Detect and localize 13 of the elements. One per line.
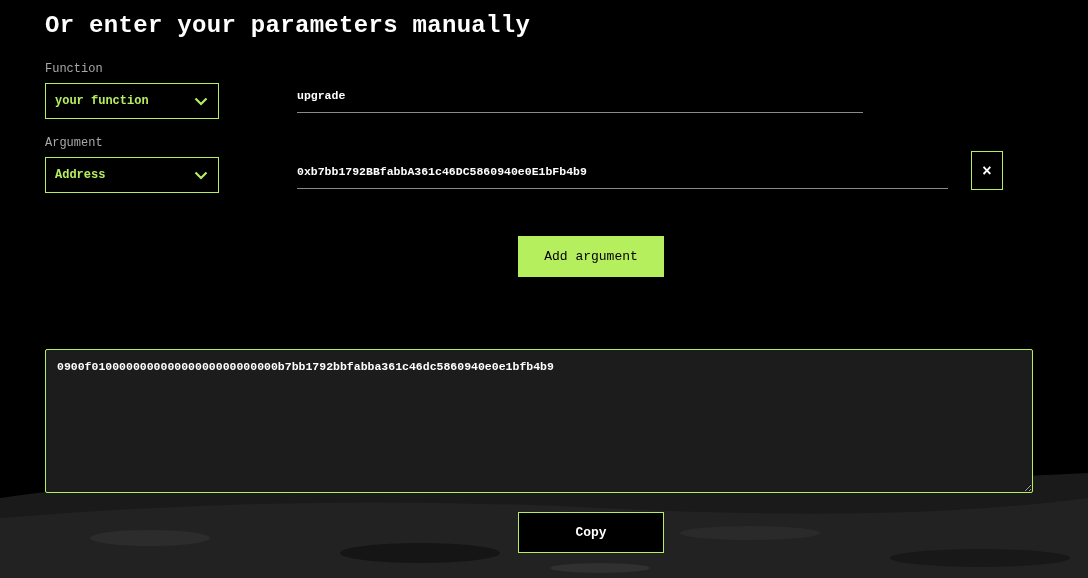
copy-button[interactable]: Copy [518,512,664,553]
dropdown[interactable]: your function [45,83,219,119]
input-field[interactable]: upgrade [297,89,863,113]
dropdown[interactable]: Address [45,157,219,193]
chevron-down-icon [194,170,208,180]
output-field[interactable]: 0900f010000000000000000000000000b7bb1792bbfabba361c46dc5860940e0e1bfb4b9 [45,349,1033,493]
page-heading: Or enter your parameters manually [45,11,532,41]
add-argument-button[interactable]: Add argument [518,236,664,277]
chevron-down-icon [194,96,208,106]
field-label: Function [45,62,104,76]
remove-button[interactable]: × [971,151,1003,190]
input-field[interactable]: 0xb7bb1792BBfabbA361c46DC5860940e0E1bFb4b9 [297,165,948,189]
field-label: Argument [45,136,104,150]
